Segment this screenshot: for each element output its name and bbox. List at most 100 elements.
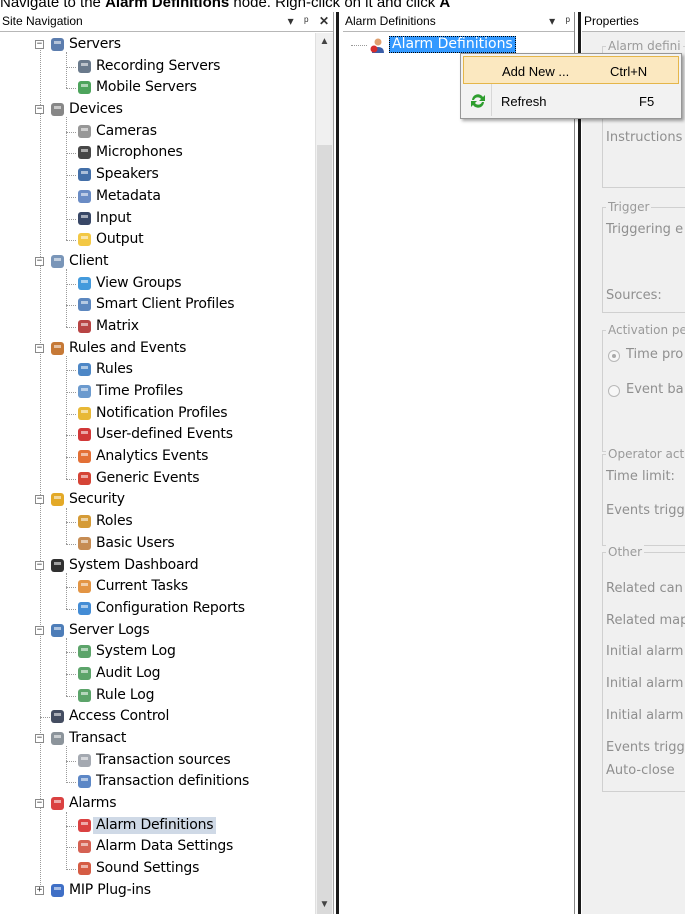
tree-item-input[interactable]: Input [0, 208, 316, 230]
analytics-events-icon [76, 448, 93, 465]
tree-item-rules[interactable]: Rules [0, 359, 316, 381]
collapse-icon[interactable]: − [35, 495, 44, 505]
tree-item-user-defined-events[interactable]: User-defined Events [0, 424, 316, 446]
pin-icon[interactable]: ᵖ [565, 14, 570, 28]
tree-item-alarm-data-settings[interactable]: Alarm Data Settings [0, 836, 316, 858]
tree-item-transaction-sources[interactable]: Transaction sources [0, 750, 316, 772]
tree-item-analytics-events[interactable]: Analytics Events [0, 446, 316, 468]
tree-item-basic-users[interactable]: Basic Users [0, 533, 316, 555]
related-map-label: Related map [606, 613, 685, 628]
tree-item-label: Recording Servers [96, 57, 221, 74]
tree-item-label: Notification Profiles [96, 404, 228, 421]
tree-item-label: Transaction sources [96, 751, 231, 768]
tree-item-label: View Groups [96, 274, 182, 291]
tree-item-microphones[interactable]: Microphones [0, 142, 316, 164]
tree-item-time-profiles[interactable]: Time Profiles [0, 381, 316, 403]
collapse-icon[interactable]: − [35, 560, 44, 570]
time-limit-label: Time limit: [606, 469, 675, 484]
tree-item-label: Matrix [96, 317, 139, 334]
tree-item-security[interactable]: − Security [0, 489, 316, 511]
splitter[interactable] [578, 12, 581, 914]
collapse-icon[interactable]: − [35, 40, 44, 49]
tree-item-current-tasks[interactable]: Current Tasks [0, 576, 316, 598]
time-profile-radio[interactable] [608, 350, 620, 362]
tree-item-cameras[interactable]: Cameras [0, 121, 316, 143]
expand-icon[interactable]: + [35, 885, 44, 895]
collapse-icon[interactable]: − [35, 625, 44, 635]
tree-item-output[interactable]: Output [0, 229, 316, 251]
tree-item-generic-events[interactable]: Generic Events [0, 468, 316, 490]
tree-item-matrix[interactable]: Matrix [0, 316, 316, 338]
tree-item-alarm-definitions[interactable]: Alarm Definitions [0, 815, 316, 837]
tree-item-rules-and-events[interactable]: − Rules and Events [0, 338, 316, 360]
tree-item-transaction-definitions[interactable]: Transaction definitions [0, 771, 316, 793]
collapse-icon[interactable]: − [35, 343, 44, 353]
matrix-icon [76, 318, 93, 335]
tree-item-speakers[interactable]: Speakers [0, 164, 316, 186]
tree-item-audit-log[interactable]: Audit Log [0, 663, 316, 685]
pin-icon[interactable]: ᵖ [304, 14, 309, 28]
scroll-up-icon[interactable]: ▲ [316, 33, 333, 51]
generic-events-icon [76, 470, 93, 487]
dropdown-arrow-icon[interactable]: ▾ [549, 14, 555, 28]
event-based-radio[interactable] [608, 385, 620, 397]
tree-item-metadata[interactable]: Metadata [0, 186, 316, 208]
tree-item-server-logs[interactable]: − Server Logs [0, 620, 316, 642]
tree-item-transact[interactable]: − Transact [0, 728, 316, 750]
collapse-icon[interactable]: − [35, 734, 44, 743]
server-icon [49, 36, 66, 53]
tree-item-label: Rules and Events [69, 339, 187, 356]
tree-item-devices[interactable]: − Devices [0, 99, 316, 121]
access-control-icon [49, 708, 66, 725]
notification-profiles-icon [76, 405, 93, 422]
collapse-icon[interactable]: − [35, 105, 44, 115]
system-dashboard-icon [49, 557, 66, 574]
tree-item-mobile-servers[interactable]: Mobile Servers [0, 77, 316, 99]
tree-item-label: Generic Events [96, 469, 200, 486]
tree-item-smart-client-profiles[interactable]: Smart Client Profiles [0, 294, 316, 316]
tree-item-mip-plug-ins[interactable]: + MIP Plug-ins [0, 880, 316, 902]
mobile-server-icon [76, 79, 93, 96]
tree-item-view-groups[interactable]: View Groups [0, 273, 316, 295]
properties-title: Properties [584, 14, 639, 28]
properties-header: Properties [582, 12, 685, 32]
recording-server-icon [76, 58, 93, 75]
tree-item-rule-log[interactable]: Rule Log [0, 685, 316, 707]
tree-item-label: Smart Client Profiles [96, 296, 235, 313]
collapse-icon[interactable]: − [35, 799, 44, 809]
tree-item-system-log[interactable]: System Log [0, 641, 316, 663]
tree-item-label: Rules [96, 361, 133, 378]
tree-item-label: Mobile Servers [96, 79, 197, 96]
tree-item-label: Current Tasks [96, 578, 188, 595]
camera-icon [76, 123, 93, 140]
client-icon [49, 253, 66, 270]
tree-item-alarms[interactable]: − Alarms [0, 793, 316, 815]
alarm-definition-group-title: Alarm defini [606, 39, 683, 53]
tree-item-servers[interactable]: − Servers [0, 34, 316, 56]
events-triggered-label: Events trigg [606, 503, 685, 518]
site-navigation-scrollbar[interactable]: ▲ ▼ [315, 33, 333, 914]
tree-item-configuration-reports[interactable]: Configuration Reports [0, 598, 316, 620]
tree-item-system-dashboard[interactable]: − System Dashboard [0, 555, 316, 577]
rules-and-events-icon [49, 340, 66, 357]
tree-item-sound-settings[interactable]: Sound Settings [0, 858, 316, 880]
splitter[interactable] [336, 12, 339, 914]
menu-item-refresh[interactable]: Refresh F5 [463, 87, 679, 115]
tree-item-client[interactable]: − Client [0, 251, 316, 273]
close-icon[interactable]: ✕ [319, 14, 329, 28]
tree-item-recording-servers[interactable]: Recording Servers [0, 56, 316, 78]
tree-item-roles[interactable]: Roles [0, 511, 316, 533]
tree-item-notification-profiles[interactable]: Notification Profiles [0, 403, 316, 425]
input-icon [76, 210, 93, 227]
collapse-icon[interactable]: − [35, 256, 44, 266]
alarm-definitions-root-label[interactable]: Alarm Definitions [389, 36, 516, 53]
dropdown-arrow-icon[interactable]: ▾ [288, 14, 294, 28]
tree-item-access-control[interactable]: Access Control [0, 706, 316, 728]
scroll-down-icon[interactable]: ▼ [316, 896, 333, 914]
menu-item-add-new[interactable]: Add New ... Ctrl+N [463, 56, 679, 84]
tree-item-label: Transact [69, 730, 127, 746]
site-navigation-tree: − Servers Recording Servers Mobile Servers −… [0, 34, 316, 902]
transaction-sources-icon [76, 752, 93, 769]
scrollbar-thumb[interactable] [317, 145, 332, 914]
tree-item-label: Client [69, 252, 109, 269]
